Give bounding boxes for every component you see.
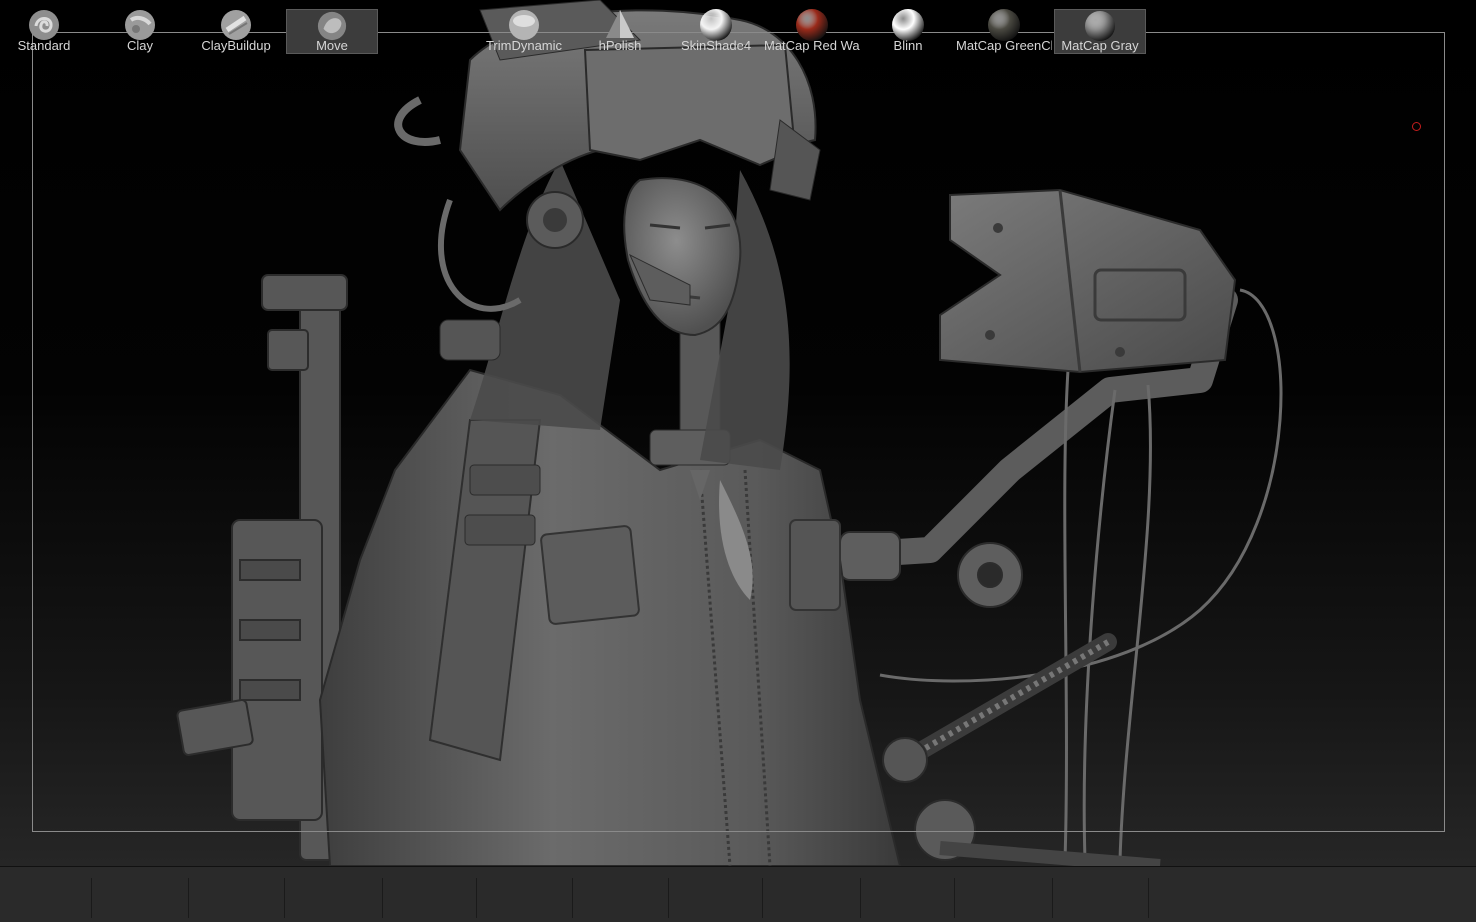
matcap-greenclay-material-icon: [988, 9, 1020, 41]
material-skinshade4-button[interactable]: SkinShade4: [670, 8, 762, 54]
shelf-separator: [91, 878, 92, 918]
brush-material-shelf: [0, 866, 1476, 922]
brush-cursor: [1412, 122, 1421, 131]
shelf-item-label: Clay: [126, 38, 153, 53]
clay-brush-icon: [125, 10, 155, 40]
shelf-separator: [762, 878, 763, 918]
standard-brush-icon: [29, 10, 59, 40]
brush-claybuildup-button[interactable]: ClayBuildup: [190, 8, 282, 54]
shelf-separator: [1148, 878, 1149, 918]
shelf-item-label: SkinShade4: [680, 38, 752, 53]
shelf-item-label: MatCap Gray: [1061, 37, 1139, 53]
shelf-item-label: Move: [316, 37, 348, 53]
shelf-item-label: hPolish: [598, 38, 642, 53]
shelf-item-label: ClayBuildup: [201, 38, 271, 53]
shelf-item-label: Blinn: [893, 38, 923, 53]
shelf-item-label: MatCap Red Wax: [764, 38, 860, 53]
shelf-separator: [1052, 878, 1053, 918]
skinshade4-material-icon: [700, 9, 732, 41]
material-matcap-gray-button[interactable]: MatCap Gray: [1054, 9, 1146, 54]
material-matcap-greenclay-button[interactable]: MatCap GreenClay: [956, 8, 1052, 54]
shelf-item-label: Standard: [17, 38, 71, 53]
document-frame: [32, 32, 1445, 832]
brush-hpolish-button[interactable]: hPolish: [574, 8, 666, 54]
brush-standard-button[interactable]: Standard: [0, 8, 88, 54]
shelf-separator: [188, 878, 189, 918]
shelf-item-label: MatCap GreenClay: [956, 38, 1052, 53]
matcap-red-wax-material-icon: [796, 9, 828, 41]
shelf-separator: [476, 878, 477, 918]
shelf-separator: [954, 878, 955, 918]
brush-clay-button[interactable]: Clay: [94, 8, 186, 54]
hpolish-brush-icon: [606, 10, 634, 38]
shelf-separator: [860, 878, 861, 918]
blinn-material-icon: [892, 9, 924, 41]
shelf-separator: [668, 878, 669, 918]
shelf-separator: [572, 878, 573, 918]
brush-trimdynamic-button[interactable]: TrimDynamic: [478, 8, 570, 54]
shelf-separator: [284, 878, 285, 918]
trimdynamic-brush-icon: [509, 10, 539, 40]
brush-move-button[interactable]: Move: [286, 9, 378, 54]
shelf-item-label: TrimDynamic: [485, 38, 563, 53]
claybuildup-brush-icon: [221, 10, 251, 40]
shelf-separator: [382, 878, 383, 918]
material-blinn-button[interactable]: Blinn: [862, 8, 954, 54]
canvas-viewport[interactable]: [0, 0, 1476, 866]
material-matcap-red-wax-button[interactable]: MatCap Red Wax: [764, 8, 860, 54]
